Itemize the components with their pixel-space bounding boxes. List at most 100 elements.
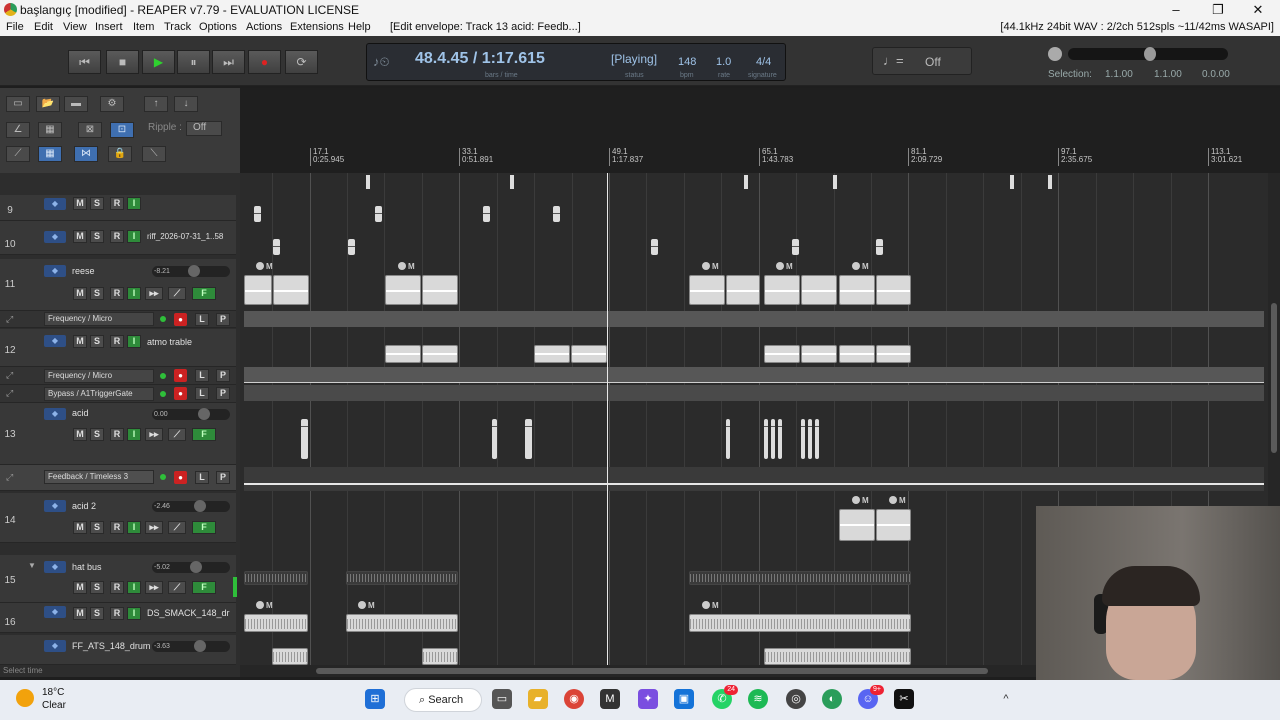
- envelope-lane-selected[interactable]: [244, 467, 1264, 491]
- audio-device-status[interactable]: [44.1kHz 24bit WAV : 2/2ch 512spls ~11/4…: [1000, 21, 1274, 33]
- media-item[interactable]: [792, 239, 799, 255]
- media-item[interactable]: [422, 648, 458, 665]
- media-item[interactable]: [815, 419, 819, 459]
- minimize-button[interactable]: –: [1156, 1, 1196, 19]
- media-item[interactable]: [534, 345, 570, 363]
- media-item[interactable]: [375, 206, 382, 222]
- media-item[interactable]: [876, 509, 911, 541]
- monitor-mode-icon[interactable]: ▸▸: [145, 287, 163, 300]
- discord-icon[interactable]: ☺ 9+: [858, 685, 884, 709]
- new-project-icon[interactable]: ▭: [6, 96, 30, 112]
- media-item[interactable]: [876, 345, 911, 363]
- envelope-latch-button[interactable]: L: [195, 471, 209, 484]
- app-icon[interactable]: M: [600, 689, 620, 709]
- envelope-latch-button[interactable]: L: [195, 369, 209, 382]
- media-item[interactable]: [385, 345, 421, 363]
- item-controls[interactable]: M: [852, 262, 869, 271]
- envelope-arm-button[interactable]: ●: [174, 313, 187, 326]
- item-fx-icon[interactable]: [358, 601, 366, 609]
- envelope-params-button[interactable]: P: [216, 369, 230, 382]
- track-14[interactable]: 14 ◆ acid 2 -2.46 M S R I ▸▸ ⟋ F: [0, 493, 236, 543]
- track-17[interactable]: ◆ FF_ATS_148_drum -3.63: [0, 635, 236, 665]
- envelope-lane-12b[interactable]: ⤢ Bypass / A1TriggerGate ● L P: [0, 385, 236, 403]
- media-item[interactable]: [553, 206, 560, 222]
- envelope-active-indicator[interactable]: [160, 373, 166, 379]
- weather-temperature[interactable]: 18°C: [42, 687, 64, 698]
- start-icon[interactable]: ⊞: [365, 689, 385, 709]
- mute-button[interactable]: M: [73, 521, 87, 534]
- envelope-arm-button[interactable]: ●: [174, 471, 187, 484]
- record-arm-button[interactable]: R: [110, 607, 124, 620]
- media-item[interactable]: [422, 275, 458, 305]
- item-fx-icon[interactable]: [852, 262, 860, 270]
- master-volume-thumb[interactable]: [1144, 47, 1156, 61]
- track-volume-slider[interactable]: -3.63: [152, 640, 230, 652]
- media-item[interactable]: [726, 419, 730, 459]
- fx-button[interactable]: F: [192, 287, 216, 300]
- media-item[interactable]: [422, 345, 458, 363]
- fx-button[interactable]: F: [192, 428, 216, 441]
- grid-tool-icon[interactable]: ▦: [38, 122, 62, 138]
- envelope-name-select[interactable]: Frequency / Micro: [44, 312, 154, 326]
- menu-help[interactable]: Help: [348, 21, 371, 33]
- item-fx-icon[interactable]: [256, 262, 264, 270]
- selection-length[interactable]: 0.0.00: [1202, 69, 1230, 80]
- track-route-icon[interactable]: ◆: [44, 561, 66, 573]
- envelope-name-select[interactable]: Frequency / Micro: [44, 369, 154, 383]
- item-controls[interactable]: M: [889, 496, 906, 505]
- bpm-value[interactable]: 148: [678, 56, 696, 68]
- horizontal-scroll-thumb[interactable]: [316, 668, 988, 674]
- track-volume-slider[interactable]: 0.00: [152, 408, 230, 420]
- auto-crossfade-icon[interactable]: ⟋: [6, 146, 30, 162]
- pause-button[interactable]: ⏸: [177, 50, 210, 74]
- input-monitor-button[interactable]: I: [127, 428, 141, 441]
- input-monitor-button[interactable]: I: [127, 521, 141, 534]
- media-item[interactable]: [244, 614, 308, 632]
- media-item[interactable]: [876, 275, 911, 305]
- media-item[interactable]: [764, 419, 768, 459]
- locking-icon[interactable]: ⊡: [110, 122, 134, 138]
- monitor-mode-icon[interactable]: ▸▸: [145, 428, 163, 441]
- menu-insert[interactable]: Insert: [95, 21, 123, 33]
- media-item[interactable]: [254, 206, 261, 222]
- solo-button[interactable]: S: [90, 607, 104, 620]
- envelope-active-indicator[interactable]: [160, 474, 166, 480]
- record-arm-button[interactable]: R: [110, 197, 124, 210]
- volume-knob[interactable]: [198, 408, 210, 420]
- track-9[interactable]: 9 ◆ M S R I: [0, 195, 236, 221]
- menu-extensions[interactable]: Extensions: [290, 21, 344, 33]
- envelope-name-select[interactable]: Bypass / A1TriggerGate: [44, 387, 154, 401]
- tray-expand-icon[interactable]: ^: [996, 689, 1016, 709]
- solo-button[interactable]: S: [90, 197, 104, 210]
- rate-value[interactable]: 1.0: [716, 56, 731, 68]
- monitor-mode-icon[interactable]: ▸▸: [145, 521, 163, 534]
- solo-button[interactable]: S: [90, 428, 104, 441]
- envelope-params-button[interactable]: P: [216, 471, 230, 484]
- weather-condition[interactable]: Clear: [42, 700, 66, 711]
- ripple-select[interactable]: Off: [186, 121, 222, 136]
- menu-options[interactable]: Options: [199, 21, 237, 33]
- item-fx-icon[interactable]: [852, 496, 860, 504]
- input-monitor-button[interactable]: I: [127, 197, 141, 210]
- item-grouping-icon[interactable]: ⊠: [78, 122, 102, 138]
- marker-tool-icon[interactable]: ⟍: [142, 146, 166, 162]
- record-arm-button[interactable]: R: [110, 230, 124, 243]
- media-item[interactable]: [801, 275, 837, 305]
- mute-button[interactable]: M: [73, 287, 87, 300]
- envelope-latch-button[interactable]: L: [195, 387, 209, 400]
- obs-icon[interactable]: ◎: [786, 689, 806, 709]
- menu-track[interactable]: Track: [164, 21, 191, 33]
- mute-button[interactable]: M: [73, 197, 87, 210]
- task-view-icon[interactable]: ▭: [492, 689, 512, 709]
- snap-grid-icon[interactable]: ▦: [38, 146, 62, 162]
- folder-waveform[interactable]: [244, 571, 308, 585]
- track-13[interactable]: 13 ◆ acid 0.00 M S R I ▸▸ ⟋ F: [0, 403, 236, 465]
- envelope-name-select[interactable]: Feedback / Timeless 3: [44, 470, 154, 484]
- metronome-tool-icon[interactable]: ∠: [6, 122, 30, 138]
- media-item[interactable]: [801, 419, 805, 459]
- selection-start[interactable]: 1.1.00: [1105, 69, 1133, 80]
- item-fx-icon[interactable]: [702, 262, 710, 270]
- media-item[interactable]: [571, 345, 607, 363]
- media-item[interactable]: [764, 345, 800, 363]
- input-monitor-button[interactable]: I: [127, 230, 141, 243]
